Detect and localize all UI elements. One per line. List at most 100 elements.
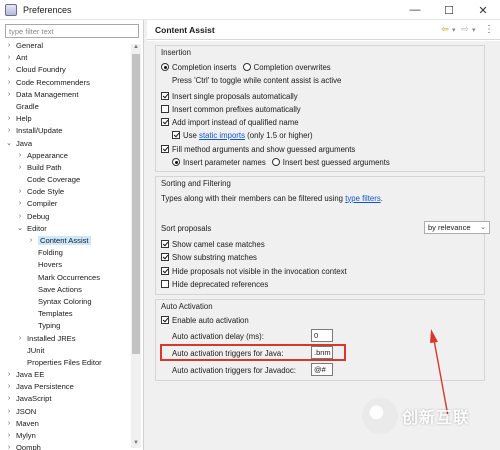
maximize-button[interactable]: ☐ (432, 0, 466, 20)
use-static-imports-row[interactable]: Use static imports (only 1.5 or higher) (172, 129, 313, 141)
tree-item[interactable]: › Build Path (5, 162, 133, 174)
tree-scrollbar[interactable]: ▲ ▼ (131, 44, 141, 448)
tree-item[interactable]: › Install/Update (5, 125, 133, 137)
tree-item[interactable]: › Cloud Foundry (5, 64, 133, 76)
chevron-right-icon[interactable]: › (5, 369, 13, 381)
view-menu-icon[interactable]: ⋮ (484, 24, 494, 35)
javadoc-triggers-input[interactable]: @# (311, 363, 333, 376)
tree-item[interactable]: › Code Style (5, 186, 133, 198)
tree-item[interactable]: › Appearance (5, 150, 133, 162)
chevron-right-icon[interactable]: › (5, 113, 13, 125)
tree-item[interactable]: › Help (5, 113, 133, 125)
insert-prefixes-row[interactable]: Insert common prefixes automatically (161, 103, 301, 115)
chevron-right-icon[interactable]: › (16, 150, 24, 162)
chevron-right-icon[interactable]: › (5, 125, 13, 137)
scroll-up-icon[interactable]: ▲ (131, 44, 141, 52)
tree-item[interactable]: › JSON (5, 406, 133, 418)
show-camel-row[interactable]: Show camel case matches (161, 238, 265, 250)
forward-dropdown-icon[interactable]: ▾ (472, 26, 478, 34)
back-dropdown-icon[interactable]: ▾ (452, 26, 458, 34)
chevron-right-icon[interactable]: › (27, 235, 35, 247)
tree-item-label: Code Style (27, 187, 65, 197)
completion-inserts-radio[interactable] (161, 63, 169, 71)
fill-method-row[interactable]: Fill method arguments and show guessed a… (161, 143, 355, 155)
tree-item[interactable]: Hovers (5, 259, 133, 271)
close-button[interactable]: ✕ (466, 0, 500, 20)
chevron-right-icon[interactable]: › (16, 333, 24, 345)
tree-item[interactable]: › Java EE (5, 369, 133, 381)
hide-deprecated-checkbox[interactable] (161, 280, 169, 288)
tree-item[interactable]: ⌄ Java (5, 138, 133, 150)
chevron-right-icon[interactable]: › (5, 64, 13, 76)
tree-item[interactable]: › Mylyn (5, 430, 133, 442)
sort-proposals-select[interactable]: by relevance ⌄ (424, 221, 490, 234)
chevron-right-icon[interactable]: › (5, 40, 13, 52)
tree-item[interactable]: Save Actions (5, 284, 133, 296)
insert-single-row[interactable]: Insert single proposals automatically (161, 90, 298, 102)
tree-item[interactable]: Gradle (5, 101, 133, 113)
chevron-down-icon[interactable]: ⌄ (16, 223, 24, 235)
filter-input[interactable] (5, 24, 139, 38)
tree-item[interactable]: Mark Occurrences (5, 272, 133, 284)
chevron-right-icon[interactable]: › (5, 393, 13, 405)
chevron-down-icon[interactable]: ⌄ (5, 138, 13, 150)
chevron-right-icon[interactable]: › (16, 198, 24, 210)
show-substring-checkbox[interactable] (161, 253, 169, 261)
tree-item[interactable]: JUnit (5, 345, 133, 357)
tree-item[interactable]: Templates (5, 308, 133, 320)
chevron-right-icon[interactable]: › (5, 89, 13, 101)
chevron-right-icon[interactable]: › (5, 381, 13, 393)
tree-item[interactable]: › Data Management (5, 89, 133, 101)
chevron-right-icon[interactable]: › (5, 430, 13, 442)
tree-item[interactable]: › Compiler (5, 198, 133, 210)
chevron-right-icon[interactable]: › (16, 162, 24, 174)
insert-prefixes-checkbox[interactable] (161, 105, 169, 113)
completion-overwrites-radio[interactable] (242, 63, 251, 71)
tree-item[interactable]: ⌄ Editor (5, 223, 133, 235)
hide-not-visible-checkbox[interactable] (161, 267, 169, 275)
tree-item[interactable]: Properties Files Editor (5, 357, 133, 369)
tree-item[interactable]: Code Coverage (5, 174, 133, 186)
forward-arrow-icon[interactable]: ⇨ (460, 24, 470, 35)
chevron-right-icon[interactable]: › (5, 406, 13, 418)
add-import-checkbox[interactable] (161, 118, 169, 126)
minimize-button[interactable]: — (398, 0, 432, 20)
chevron-right-icon[interactable]: › (5, 77, 13, 89)
tree-item[interactable]: › General (5, 40, 133, 52)
static-imports-link[interactable]: static imports (199, 131, 245, 140)
tree-item[interactable]: Syntax Coloring (5, 296, 133, 308)
tree-item[interactable]: › Oomph (5, 442, 133, 450)
tree-item[interactable]: › Maven (5, 418, 133, 430)
hide-not-visible-row[interactable]: Hide proposals not visible in the invoca… (161, 265, 347, 277)
tree-item[interactable]: › Installed JREs (5, 333, 133, 345)
back-arrow-icon[interactable]: ⇦ (440, 24, 450, 35)
tree-item[interactable]: › Code Recommenders (5, 77, 133, 89)
show-substring-row[interactable]: Show substring matches (161, 251, 257, 263)
scrollbar-thumb[interactable] (132, 54, 140, 354)
chevron-right-icon[interactable]: › (5, 418, 13, 430)
tree-item[interactable]: › Ant (5, 52, 133, 64)
delay-input[interactable]: 0 (311, 329, 333, 342)
insert-single-checkbox[interactable] (161, 92, 169, 100)
use-static-imports-checkbox[interactable] (172, 131, 180, 139)
tree-item[interactable]: › JavaScript (5, 393, 133, 405)
tree-item[interactable]: › Content Assist (5, 235, 133, 247)
fill-method-checkbox[interactable] (161, 145, 169, 153)
tree-item[interactable]: › Java Persistence (5, 381, 133, 393)
hide-deprecated-row[interactable]: Hide deprecated references (161, 278, 268, 290)
tree-item[interactable]: Typing (5, 320, 133, 332)
chevron-right-icon[interactable]: › (5, 52, 13, 64)
chevron-right-icon[interactable]: › (16, 211, 24, 223)
tree-item[interactable]: Folding (5, 247, 133, 259)
enable-auto-row[interactable]: Enable auto activation (161, 314, 249, 326)
add-import-row[interactable]: Add import instead of qualified name (161, 116, 299, 128)
chevron-right-icon[interactable]: › (5, 442, 13, 450)
chevron-right-icon[interactable]: › (16, 186, 24, 198)
tree-item[interactable]: › Debug (5, 211, 133, 223)
insert-param-names-radio[interactable] (172, 158, 180, 166)
insert-best-guessed-radio[interactable] (271, 158, 280, 166)
type-filters-link[interactable]: type filters (345, 194, 381, 203)
show-camel-checkbox[interactable] (161, 240, 169, 248)
enable-auto-checkbox[interactable] (161, 316, 169, 324)
scroll-down-icon[interactable]: ▼ (131, 440, 141, 448)
